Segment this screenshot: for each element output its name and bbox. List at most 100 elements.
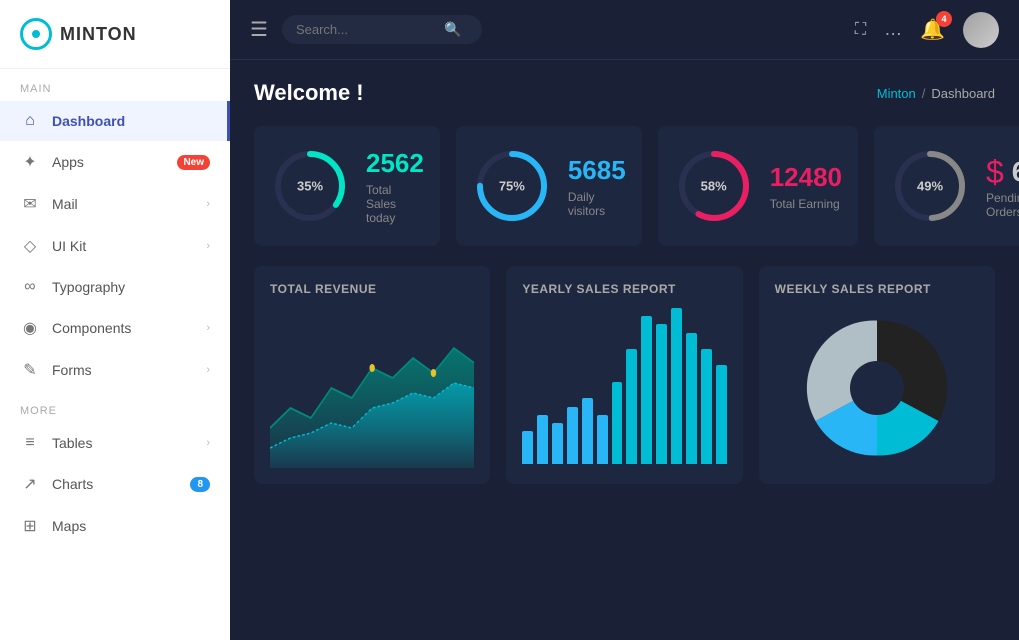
forms-chevron-icon: › (206, 364, 210, 376)
maps-icon: ⊞ (20, 516, 40, 536)
dollar-icon: $ (986, 154, 1004, 191)
sidebar-item-forms[interactable]: ✎ Forms › (0, 349, 230, 391)
sidebar-item-typography[interactable]: ∞ Typography (0, 267, 230, 307)
charts-badge: 8 (190, 477, 210, 492)
apps-badge: New (177, 155, 210, 170)
donut-pct-daily-visitors: 75% (499, 179, 525, 194)
forms-icon: ✎ (20, 360, 40, 380)
sidebar-section-label: More (0, 391, 230, 423)
breadcrumb-separator: / (922, 86, 926, 101)
stat-card-total-sales: 35% 2562 Total Sales today (254, 126, 440, 246)
revenue-chart-title: TOTAL REVENUE (270, 282, 474, 296)
sidebar: MINTON Main ⌂ Dashboard ✦AppsNew✉Mail› ◇ UI K… (0, 0, 230, 640)
sidebar-item-dashboard[interactable]: ⌂ Dashboard (0, 101, 230, 141)
bar-3 (567, 407, 578, 464)
charts-row: TOTAL REVENUE (254, 266, 995, 484)
sidebar-item-label-maps: Maps (52, 518, 210, 534)
avatar-image (963, 12, 999, 48)
sidebar-item-tables[interactable]: ≡ Tables › (0, 423, 230, 463)
breadcrumb-current: Dashboard (931, 86, 995, 101)
donut-daily-visitors: 75% (472, 146, 552, 226)
stat-label-pending-orders: Pending Orders (986, 191, 1019, 219)
stat-value-pending-orders: 62 (1012, 156, 1019, 188)
sidebar-item-label-charts: Charts (52, 476, 178, 492)
bar-9 (656, 324, 667, 464)
topbar: ☰ 🔍 ⛶ … 🔔 4 (230, 0, 1019, 60)
revenue-chart (270, 308, 474, 468)
search-icon: 🔍 (444, 21, 461, 38)
bar-4 (582, 398, 593, 464)
more-options-icon[interactable]: … (884, 19, 902, 40)
main-content: ☰ 🔍 ⛶ … 🔔 4 Welcome ! Minton / Dashboard (230, 0, 1019, 640)
mail-icon: ✉ (20, 194, 40, 214)
breadcrumb: Minton / Dashboard (877, 86, 995, 101)
content-area: Welcome ! Minton / Dashboard 35% 2562 To… (230, 60, 1019, 640)
area-chart-dot1 (369, 364, 374, 372)
sidebar-item-label-forms: Forms (52, 362, 194, 378)
sidebar-section-label: Main (0, 69, 230, 101)
logo-area: MINTON (0, 0, 230, 69)
uikit-icon: ◇ (20, 236, 40, 256)
bar-7 (626, 349, 637, 464)
sidebar-item-components[interactable]: ◉ Components › (0, 307, 230, 349)
pie-center-hole (850, 361, 904, 415)
stat-label-daily-visitors: Daily visitors (568, 190, 626, 218)
tables-chevron-icon: › (206, 437, 210, 449)
bar-8 (641, 316, 652, 464)
donut-pct-total-earning: 58% (701, 179, 727, 194)
sidebar-item-label-uikit: UI Kit (52, 238, 194, 254)
sidebar-item-maps[interactable]: ⊞ Maps (0, 505, 230, 547)
tables-icon: ≡ (20, 434, 40, 452)
yearly-chart (522, 308, 726, 468)
bar-6 (612, 382, 623, 464)
sidebar-item-uikit[interactable]: ◇ UI Kit › (0, 225, 230, 267)
sidebar-item-label-tables: Tables (52, 435, 194, 451)
stat-info-pending-orders: $ 62 Pending Orders (986, 154, 1019, 219)
uikit-chevron-icon: › (206, 240, 210, 252)
stat-value-daily-visitors: 5685 (568, 155, 626, 186)
stats-row: 35% 2562 Total Sales today 75% 5685 Dail… (254, 126, 995, 246)
hamburger-icon[interactable]: ☰ (250, 17, 268, 42)
sidebar-item-label-dashboard: Dashboard (52, 113, 207, 129)
typography-icon: ∞ (20, 278, 40, 296)
donut-pct-pending-orders: 49% (917, 179, 943, 194)
sidebar-item-charts[interactable]: ↗ Charts 8 (0, 463, 230, 505)
stat-info-total-sales: 2562 Total Sales today (366, 148, 424, 225)
fullscreen-icon[interactable]: ⛶ (855, 21, 866, 39)
stat-info-total-earning: 12480 Total Earning (770, 162, 842, 211)
search-input[interactable] (296, 22, 436, 37)
breadcrumb-link[interactable]: Minton (877, 86, 916, 101)
sidebar-item-label-typography: Typography (52, 279, 210, 295)
bar-chart (522, 308, 726, 468)
area-chart-dot2 (431, 369, 436, 377)
search-box: 🔍 (282, 15, 482, 44)
logo-text: MINTON (60, 24, 137, 45)
stat-info-daily-visitors: 5685 Daily visitors (568, 155, 626, 218)
stat-card-total-earning: 58% 12480 Total Earning (658, 126, 858, 246)
stat-value-total-earning: 12480 (770, 162, 842, 193)
components-icon: ◉ (20, 318, 40, 338)
revenue-chart-svg (270, 308, 474, 468)
avatar[interactable] (963, 12, 999, 48)
apps-icon: ✦ (20, 152, 40, 172)
weekly-chart (775, 308, 979, 468)
components-chevron-icon: › (206, 322, 210, 334)
stat-label-total-sales: Total Sales today (366, 183, 424, 225)
bar-13 (716, 365, 727, 464)
sidebar-item-label-components: Components (52, 320, 194, 336)
stat-card-pending-orders: 49% $ 62 Pending Orders (874, 126, 1019, 246)
donut-pct-total-sales: 35% (297, 179, 323, 194)
sidebar-item-apps[interactable]: ✦AppsNew (0, 141, 230, 183)
notification-icon[interactable]: 🔔 4 (920, 17, 945, 42)
donut-total-earning: 58% (674, 146, 754, 226)
pie-chart-svg (802, 313, 952, 463)
bar-5 (597, 415, 608, 464)
bar-0 (522, 431, 533, 464)
notification-badge: 4 (936, 11, 952, 27)
sidebar-item-mail[interactable]: ✉Mail› (0, 183, 230, 225)
yearly-chart-title: YEARLY SALES REPORT (522, 282, 726, 296)
bar-10 (671, 308, 682, 464)
dashboard-icon: ⌂ (20, 112, 40, 130)
bar-12 (701, 349, 712, 464)
charts-icon: ↗ (20, 474, 40, 494)
